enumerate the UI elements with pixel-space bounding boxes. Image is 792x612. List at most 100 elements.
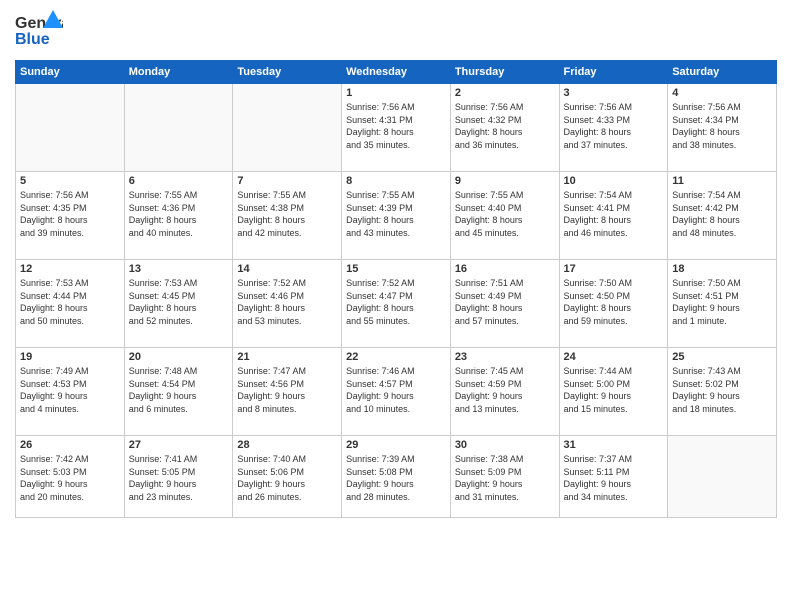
header: General Blue (15, 10, 777, 52)
day-number: 31 (564, 439, 664, 451)
day-info: Sunrise: 7:44 AM Sunset: 5:00 PM Dayligh… (564, 365, 664, 415)
day-info: Sunrise: 7:56 AM Sunset: 4:31 PM Dayligh… (346, 101, 446, 151)
header-tuesday: Tuesday (233, 61, 342, 84)
calendar-cell: 2Sunrise: 7:56 AM Sunset: 4:32 PM Daylig… (450, 84, 559, 172)
day-info: Sunrise: 7:55 AM Sunset: 4:38 PM Dayligh… (237, 189, 337, 239)
calendar-cell: 24 Sunrise: 7:44 AM Sunset: 5:00 PM Dayli… (559, 348, 668, 436)
page: General Blue Sunday Monday Tuesday Wedne… (0, 0, 792, 612)
calendar-cell (16, 84, 125, 172)
day-info: Sunrise: 7:54 AM Sunset: 4:41 PM Dayligh… (564, 189, 664, 239)
calendar-cell: 5 Sunrise: 7:56 AM Sunset: 4:35 PM Daylig… (16, 172, 125, 260)
day-info: Sunrise: 7:53 AM Sunset: 4:44 PM Dayligh… (20, 277, 120, 327)
day-number: 30 (455, 439, 555, 451)
day-number: 26 (20, 439, 120, 451)
calendar-cell: 1 Sunrise: 7:56 AM Sunset: 4:31 PM Daylig… (342, 84, 451, 172)
day-number: 1 (346, 87, 446, 99)
calendar-cell: 20 Sunrise: 7:48 AM Sunset: 4:54 PM Dayli… (124, 348, 233, 436)
calendar-cell: 25 Sunrise: 7:43 AM Sunset: 5:02 PM Dayli… (668, 348, 777, 436)
logo-svg: General Blue (15, 10, 63, 52)
day-number: 25 (672, 351, 772, 363)
day-info: Sunrise: 7:42 AM Sunset: 5:03 PM Dayligh… (20, 453, 120, 503)
header-saturday: Saturday (668, 61, 777, 84)
calendar-cell: 10 Sunrise: 7:54 AM Sunset: 4:41 PM Dayli… (559, 172, 668, 260)
header-friday: Friday (559, 61, 668, 84)
day-number: 6 (129, 175, 229, 187)
header-sunday: Sunday (16, 61, 125, 84)
calendar-week-row: 19 Sunrise: 7:49 AM Sunset: 4:53 PM Dayli… (16, 348, 777, 436)
day-number: 20 (129, 351, 229, 363)
day-info: Sunrise: 7:53 AM Sunset: 4:45 PM Dayligh… (129, 277, 229, 327)
day-number: 23 (455, 351, 555, 363)
calendar-cell: 19 Sunrise: 7:49 AM Sunset: 4:53 PM Dayli… (16, 348, 125, 436)
calendar-cell: 14 Sunrise: 7:52 AM Sunset: 4:46 PM Dayli… (233, 260, 342, 348)
calendar-table: Sunday Monday Tuesday Wednesday Thursday… (15, 60, 777, 518)
day-number: 7 (237, 175, 337, 187)
calendar-cell: 18Sunrise: 7:50 AM Sunset: 4:51 PM Dayli… (668, 260, 777, 348)
day-info: Sunrise: 7:52 AM Sunset: 4:46 PM Dayligh… (237, 277, 337, 327)
day-info: Sunrise: 7:39 AM Sunset: 5:08 PM Dayligh… (346, 453, 446, 503)
day-number: 24 (564, 351, 664, 363)
day-info: Sunrise: 7:37 AM Sunset: 5:11 PM Dayligh… (564, 453, 664, 503)
calendar-cell: 6 Sunrise: 7:55 AM Sunset: 4:36 PM Daylig… (124, 172, 233, 260)
weekday-header-row: Sunday Monday Tuesday Wednesday Thursday… (16, 61, 777, 84)
day-info: Sunrise: 7:54 AM Sunset: 4:42 PM Dayligh… (672, 189, 772, 239)
day-info: Sunrise: 7:55 AM Sunset: 4:36 PM Dayligh… (129, 189, 229, 239)
calendar-week-row: 12 Sunrise: 7:53 AM Sunset: 4:44 PM Dayli… (16, 260, 777, 348)
day-info: Sunrise: 7:38 AM Sunset: 5:09 PM Dayligh… (455, 453, 555, 503)
calendar-cell: 9Sunrise: 7:55 AM Sunset: 4:40 PM Daylig… (450, 172, 559, 260)
calendar-cell: 13 Sunrise: 7:53 AM Sunset: 4:45 PM Dayli… (124, 260, 233, 348)
calendar-cell: 28Sunrise: 7:40 AM Sunset: 5:06 PM Dayli… (233, 436, 342, 518)
calendar-cell: 15 Sunrise: 7:52 AM Sunset: 4:47 PM Dayli… (342, 260, 451, 348)
day-number: 8 (346, 175, 446, 187)
day-number: 15 (346, 263, 446, 275)
calendar-cell (233, 84, 342, 172)
day-number: 3 (564, 87, 664, 99)
logo-icon: General Blue (15, 10, 63, 52)
day-info: Sunrise: 7:52 AM Sunset: 4:47 PM Dayligh… (346, 277, 446, 327)
day-info: Sunrise: 7:55 AM Sunset: 4:40 PM Dayligh… (455, 189, 555, 239)
day-number: 16 (455, 263, 555, 275)
calendar-cell (668, 436, 777, 518)
day-info: Sunrise: 7:56 AM Sunset: 4:33 PM Dayligh… (564, 101, 664, 151)
day-number: 10 (564, 175, 664, 187)
day-info: Sunrise: 7:41 AM Sunset: 5:05 PM Dayligh… (129, 453, 229, 503)
calendar-week-row: 1 Sunrise: 7:56 AM Sunset: 4:31 PM Daylig… (16, 84, 777, 172)
logo: General Blue (15, 10, 63, 52)
calendar-cell: 29 Sunrise: 7:39 AM Sunset: 5:08 PM Dayli… (342, 436, 451, 518)
calendar-week-row: 5 Sunrise: 7:56 AM Sunset: 4:35 PM Daylig… (16, 172, 777, 260)
calendar-cell: 3 Sunrise: 7:56 AM Sunset: 4:33 PM Daylig… (559, 84, 668, 172)
day-number: 14 (237, 263, 337, 275)
day-info: Sunrise: 7:47 AM Sunset: 4:56 PM Dayligh… (237, 365, 337, 415)
day-number: 17 (564, 263, 664, 275)
day-number: 27 (129, 439, 229, 451)
calendar-cell: 8 Sunrise: 7:55 AM Sunset: 4:39 PM Daylig… (342, 172, 451, 260)
calendar-cell: 4 Sunrise: 7:56 AM Sunset: 4:34 PM Daylig… (668, 84, 777, 172)
calendar-cell: 27 Sunrise: 7:41 AM Sunset: 5:05 PM Dayli… (124, 436, 233, 518)
day-number: 21 (237, 351, 337, 363)
calendar-cell: 21 Sunrise: 7:47 AM Sunset: 4:56 PM Dayli… (233, 348, 342, 436)
calendar-cell (124, 84, 233, 172)
day-info: Sunrise: 7:56 AM Sunset: 4:35 PM Dayligh… (20, 189, 120, 239)
day-number: 18 (672, 263, 772, 275)
header-thursday: Thursday (450, 61, 559, 84)
calendar-cell: 16Sunrise: 7:51 AM Sunset: 4:49 PM Dayli… (450, 260, 559, 348)
day-info: Sunrise: 7:50 AM Sunset: 4:50 PM Dayligh… (564, 277, 664, 327)
day-number: 29 (346, 439, 446, 451)
day-number: 5 (20, 175, 120, 187)
day-info: Sunrise: 7:49 AM Sunset: 4:53 PM Dayligh… (20, 365, 120, 415)
day-number: 13 (129, 263, 229, 275)
svg-text:Blue: Blue (15, 31, 50, 48)
day-info: Sunrise: 7:40 AM Sunset: 5:06 PM Dayligh… (237, 453, 337, 503)
day-info: Sunrise: 7:48 AM Sunset: 4:54 PM Dayligh… (129, 365, 229, 415)
header-wednesday: Wednesday (342, 61, 451, 84)
day-info: Sunrise: 7:55 AM Sunset: 4:39 PM Dayligh… (346, 189, 446, 239)
calendar-cell: 7 Sunrise: 7:55 AM Sunset: 4:38 PM Daylig… (233, 172, 342, 260)
day-info: Sunrise: 7:43 AM Sunset: 5:02 PM Dayligh… (672, 365, 772, 415)
day-number: 4 (672, 87, 772, 99)
day-info: Sunrise: 7:56 AM Sunset: 4:34 PM Dayligh… (672, 101, 772, 151)
day-info: Sunrise: 7:45 AM Sunset: 4:59 PM Dayligh… (455, 365, 555, 415)
day-info: Sunrise: 7:46 AM Sunset: 4:57 PM Dayligh… (346, 365, 446, 415)
day-number: 19 (20, 351, 120, 363)
calendar-cell: 22Sunrise: 7:46 AM Sunset: 4:57 PM Dayli… (342, 348, 451, 436)
day-number: 12 (20, 263, 120, 275)
